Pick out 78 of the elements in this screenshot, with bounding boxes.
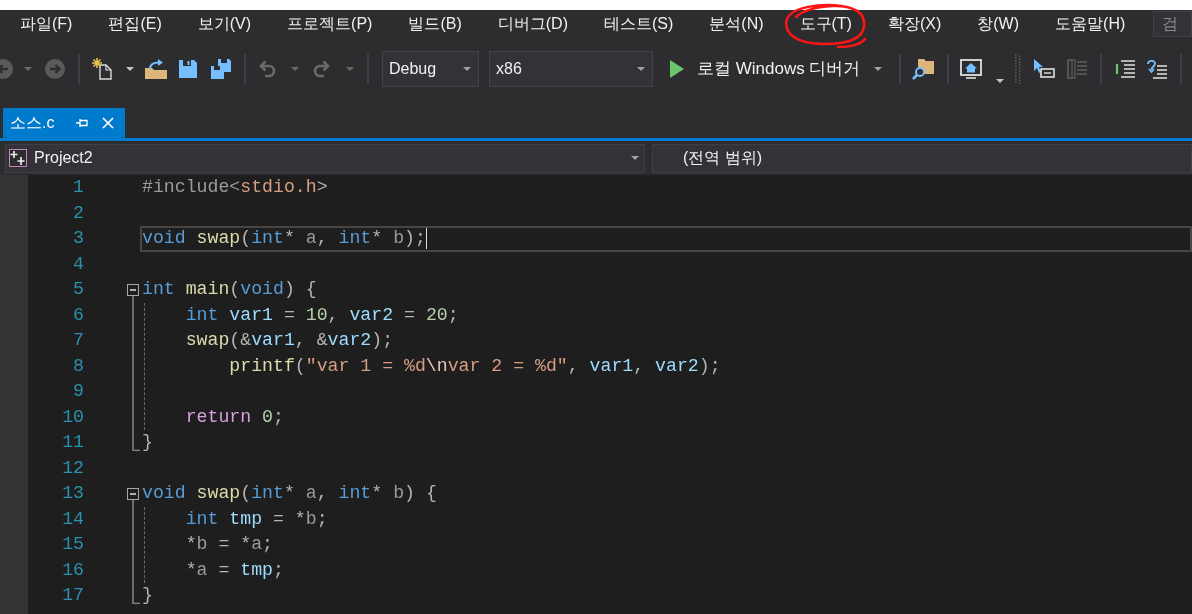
menu-item[interactable]: 보기(V)	[179, 10, 270, 37]
caret-icon	[996, 79, 1005, 83]
bracket-lines-icon	[1067, 59, 1088, 79]
floppy-disks-icon	[211, 59, 231, 79]
line-number: 9	[73, 380, 84, 404]
code-line: swap(&var1, &var2);	[185, 329, 394, 353]
caret-icon	[631, 156, 639, 160]
line-number: 8	[73, 354, 84, 378]
folder-magnifier-icon	[912, 58, 935, 80]
caret-icon	[463, 67, 471, 71]
code-line: *a = tmp;	[185, 558, 284, 582]
text-cursor	[425, 228, 428, 250]
code-line: int main(void) {	[142, 278, 317, 302]
menu-item[interactable]: 도움말(H)	[1037, 10, 1144, 37]
caret-icon	[291, 67, 299, 71]
line-number: 12	[62, 456, 84, 480]
menu-item[interactable]: 프로젝트(P)	[269, 10, 391, 37]
menu-item[interactable]: 도구(T)	[781, 10, 870, 37]
caret-icon	[126, 67, 134, 71]
menu-item[interactable]: 확장(X)	[869, 10, 960, 37]
line-number: 4	[73, 252, 84, 276]
code-line: printf("var 1 = %d\nvar 2 = %d", var1, var2);	[229, 354, 721, 378]
caret-icon	[637, 67, 645, 71]
folder-arrow-icon	[145, 59, 167, 79]
code-line: }	[142, 431, 153, 455]
code-line: #include<stdio.h>	[142, 176, 328, 200]
line-number: 11	[62, 431, 84, 455]
line-number: 3	[73, 227, 84, 251]
line-number: 5	[73, 278, 84, 302]
play-icon	[670, 60, 684, 78]
line-number: 15	[62, 533, 84, 557]
indent-lines-icon	[1115, 60, 1136, 78]
menu-item[interactable]: 분석(N)	[691, 10, 782, 37]
close-icon[interactable]	[102, 117, 115, 129]
line-number: 17	[62, 584, 84, 608]
menu-item[interactable]: 테스트(S)	[585, 10, 692, 37]
start-debugging-button[interactable]: 로컬 Windows 디버거	[668, 52, 887, 86]
collapse-toggle-icon[interactable]	[127, 283, 139, 296]
code-line: int tmp = *b;	[185, 507, 328, 531]
search-field[interactable]: 검	[1153, 10, 1192, 37]
right-arrow-circle-icon	[45, 59, 65, 79]
code-line: return 0;	[185, 405, 284, 429]
code-line: }	[142, 584, 153, 608]
collapse-toggle-icon[interactable]	[127, 487, 139, 500]
menu-item[interactable]: 파일(F)	[2, 10, 91, 37]
menu-item[interactable]: 창(W)	[959, 10, 1038, 37]
toolbar-grip-handle[interactable]	[1015, 54, 1022, 84]
dropdown-select[interactable]: Debug	[382, 51, 479, 87]
line-number: 13	[62, 482, 84, 506]
line-number: 1	[73, 176, 84, 200]
code-line: void swap(int* a, int* b);	[142, 227, 426, 251]
line-number: 14	[62, 507, 84, 531]
project-icon	[9, 149, 27, 167]
caret-icon	[24, 67, 32, 71]
line-number: 10	[62, 405, 84, 429]
caret-icon	[874, 67, 883, 71]
line-number: 2	[73, 201, 84, 225]
editor-tab[interactable]: 소스.c	[3, 108, 126, 138]
page-sparkle-icon	[92, 58, 112, 80]
code-line: *b = *a;	[185, 533, 274, 557]
project-dropdown[interactable]: Project2	[5, 143, 645, 173]
menu-item[interactable]: 디버그(D)	[479, 10, 586, 37]
undo-icon	[257, 59, 277, 79]
menu-item[interactable]: 빌드(B)	[390, 10, 480, 37]
hook-lines-icon	[1147, 59, 1168, 79]
line-number: 7	[73, 329, 84, 353]
code-line: int var1 = 10, var2 = 20;	[185, 303, 459, 327]
redo-icon	[312, 59, 332, 79]
pin-icon[interactable]	[76, 118, 89, 128]
line-number: 16	[62, 558, 84, 582]
line-number: 6	[73, 303, 84, 327]
code-line: void swap(int* a, int* b) {	[142, 482, 437, 506]
cursor-box-icon	[1033, 59, 1056, 79]
dropdown-select[interactable]: x86	[489, 51, 653, 87]
menu-item[interactable]: 편집(E)	[90, 10, 180, 37]
scope-dropdown[interactable]: (전역 범위)	[652, 143, 1192, 173]
monitor-house-icon	[960, 59, 983, 79]
caret-icon	[346, 67, 354, 71]
